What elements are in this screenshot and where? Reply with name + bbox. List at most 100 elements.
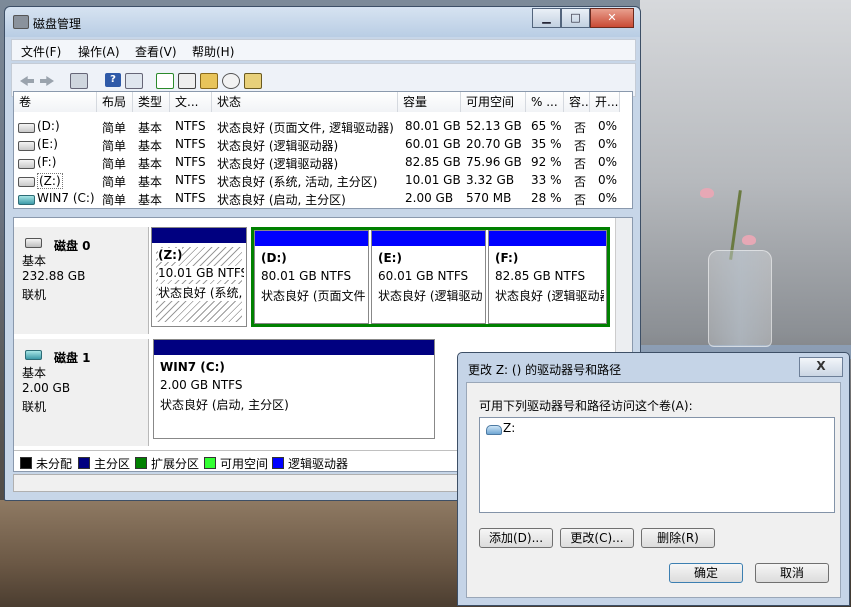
- partition-label: (Z:): [158, 248, 183, 262]
- disk-0-row: 磁盘 0 基本 232.88 GB 联机 (Z:) 10.01 GB NTFS …: [14, 227, 616, 334]
- desktop-background-flower: [742, 235, 756, 245]
- menu-bar: 文件(F) 操作(A) 查看(V) 帮助(H): [11, 39, 636, 61]
- menu-action[interactable]: 操作(A): [78, 43, 120, 60]
- disk-type: 基本: [22, 254, 47, 268]
- column-header-overhead[interactable]: 开...: [590, 92, 620, 112]
- volume-capacity: 80.01 GB: [405, 119, 461, 133]
- table-row[interactable]: (D:) 简单 基本 NTFS 状态良好 (页面文件, 逻辑驱动器) 80.01…: [14, 118, 632, 136]
- menu-view[interactable]: 查看(V): [135, 43, 177, 60]
- disk-name: 磁盘 1: [54, 351, 91, 365]
- dialog-close-button[interactable]: X: [799, 357, 843, 377]
- volume-name: (Z:): [37, 173, 63, 189]
- change-button[interactable]: 更改(C)...: [560, 528, 634, 548]
- volume-capacity: 82.85 GB: [405, 155, 461, 169]
- volume-layout: 简单: [102, 157, 127, 171]
- volume-capacity: 60.01 GB: [405, 137, 461, 151]
- legend-swatch: [135, 457, 147, 469]
- table-row[interactable]: (F:) 简单 基本 NTFS 状态良好 (逻辑驱动器) 82.85 GB 75…: [14, 154, 632, 172]
- volume-percent-free: 35 %: [531, 137, 562, 151]
- column-header-layout[interactable]: 布局: [97, 92, 133, 112]
- volume-free-space: 75.96 GB: [466, 155, 522, 169]
- column-header-volume[interactable]: 卷: [14, 92, 97, 112]
- volume-type: 基本: [138, 121, 163, 135]
- disk-icon: [25, 350, 42, 360]
- partition-size: 80.01 GB NTFS: [261, 269, 352, 283]
- column-header-percent-free[interactable]: % ...: [526, 92, 564, 112]
- legend-item: 未分配: [20, 455, 72, 472]
- column-header-status[interactable]: 状态: [212, 92, 398, 112]
- table-row[interactable]: (Z:) 简单 基本 NTFS 状态良好 (系统, 活动, 主分区) 10.01…: [14, 172, 632, 190]
- column-header-capacity[interactable]: 容量: [398, 92, 461, 112]
- window-title: 磁盘管理: [33, 17, 82, 31]
- volume-list-icon[interactable]: [125, 73, 143, 89]
- partition-status: 状态良好 (启动, 主分区): [160, 398, 289, 412]
- disk-1-label[interactable]: 磁盘 1 基本 2.00 GB 联机: [14, 339, 149, 446]
- partition-c[interactable]: WIN7 (C:) 2.00 GB NTFS 状态良好 (启动, 主分区): [153, 339, 435, 439]
- remove-button[interactable]: 删除(R): [641, 528, 715, 548]
- desktop-background-vase: [708, 250, 772, 347]
- drive-paths-list[interactable]: Z:: [479, 417, 835, 513]
- partition-status: 状态良好 (逻辑驱动器): [378, 289, 483, 303]
- properties-icon[interactable]: [178, 73, 196, 89]
- close-button[interactable]: ✕: [590, 8, 634, 28]
- volume-list-icon[interactable]: [70, 73, 88, 89]
- explore-icon[interactable]: [222, 73, 240, 89]
- refresh-icon[interactable]: [156, 73, 174, 89]
- partition-e[interactable]: (E:) 60.01 GB NTFS 状态良好 (逻辑驱动器): [371, 230, 486, 324]
- volume-capacity: 10.01 GB: [405, 173, 461, 187]
- volume-list[interactable]: 卷 布局 类型 文... 状态 容量 可用空间 % ... 容... 开... …: [13, 91, 633, 209]
- volume-status: 状态良好 (逻辑驱动器): [217, 157, 339, 171]
- column-header-type[interactable]: 类型: [133, 92, 170, 112]
- volume-percent-free: 65 %: [531, 119, 562, 133]
- partition-label: (F:): [495, 251, 519, 265]
- partition-z[interactable]: (Z:) 10.01 GB NTFS 状态良好 (系统, 活动, 主分区): [151, 227, 247, 327]
- volume-filesystem: NTFS: [175, 137, 206, 151]
- desktop-background-flower: [700, 188, 714, 198]
- dialog-body: 可用下列驱动器号和路径访问这个卷(A): Z: 添加(D)... 更改(C)..…: [466, 382, 841, 598]
- legend-swatch: [272, 457, 284, 469]
- partition-size: 10.01 GB NTFS: [158, 266, 244, 280]
- menu-file[interactable]: 文件(F): [21, 43, 61, 60]
- cancel-button[interactable]: 取消: [755, 563, 829, 583]
- partition-d[interactable]: (D:) 80.01 GB NTFS 状态良好 (页面文件, 逻辑驱动器): [254, 230, 369, 324]
- help-icon[interactable]: ?: [105, 73, 121, 87]
- settings-icon[interactable]: [244, 73, 262, 89]
- back-arrow-icon[interactable]: [20, 76, 34, 86]
- partition-status: 状态良好 (逻辑驱动器): [495, 289, 604, 303]
- forward-arrow-icon[interactable]: [40, 76, 54, 86]
- title-bar[interactable]: 磁盘管理 ▁ □ ✕: [5, 7, 640, 37]
- disk-type: 基本: [22, 366, 47, 380]
- disk-state: 联机: [22, 288, 47, 302]
- volume-layout: 简单: [102, 121, 127, 135]
- add-button[interactable]: 添加(D)...: [479, 528, 553, 548]
- legend-item: 逻辑驱动器: [272, 455, 348, 472]
- column-header-free-space[interactable]: 可用空间: [461, 92, 526, 112]
- volume-filesystem: NTFS: [175, 155, 206, 169]
- volume-layout: 简单: [102, 175, 127, 189]
- column-header-fault-tolerance[interactable]: 容...: [564, 92, 590, 112]
- maximize-button[interactable]: □: [561, 8, 590, 28]
- column-header-filesystem[interactable]: 文...: [170, 92, 212, 112]
- legend-swatch: [78, 457, 90, 469]
- logical-drive-bar: [372, 231, 485, 246]
- volume-name: (E:): [37, 137, 58, 151]
- dialog-title: 更改 Z: () 的驱动器号和路径: [468, 363, 622, 377]
- open-folder-icon[interactable]: [200, 73, 218, 89]
- ok-button[interactable]: 确定: [669, 563, 743, 583]
- menu-help[interactable]: 帮助(H): [192, 43, 234, 60]
- partition-f[interactable]: (F:) 82.85 GB NTFS 状态良好 (逻辑驱动器): [488, 230, 607, 324]
- volume-icon: [18, 177, 35, 187]
- minimize-button[interactable]: ▁: [532, 8, 561, 28]
- volume-fault-tolerance: 否: [574, 193, 587, 207]
- volume-status: 状态良好 (逻辑驱动器): [217, 139, 339, 153]
- table-row[interactable]: (E:) 简单 基本 NTFS 状态良好 (逻辑驱动器) 60.01 GB 20…: [14, 136, 632, 154]
- partition-label: WIN7 (C:): [160, 360, 225, 374]
- list-item[interactable]: Z:: [503, 421, 515, 435]
- volume-type: 基本: [138, 193, 163, 207]
- disk-0-label[interactable]: 磁盘 0 基本 232.88 GB 联机: [14, 227, 149, 334]
- partition-label: (E:): [378, 251, 402, 265]
- table-row[interactable]: WIN7 (C:) 简单 基本 NTFS 状态良好 (启动, 主分区) 2.00…: [14, 190, 632, 208]
- volume-percent-free: 33 %: [531, 173, 562, 187]
- volume-free-space: 570 MB: [466, 191, 512, 205]
- volume-status: 状态良好 (启动, 主分区): [217, 193, 346, 207]
